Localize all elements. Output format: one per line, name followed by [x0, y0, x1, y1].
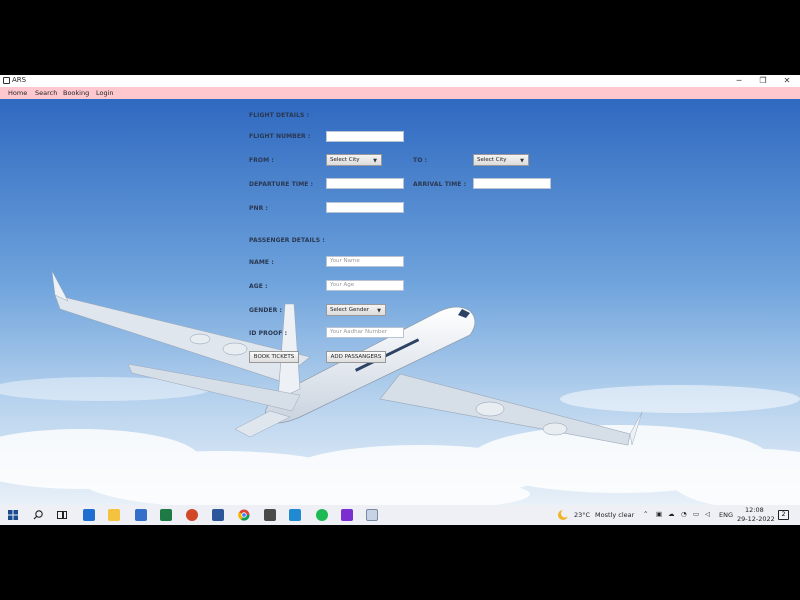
add-passengers-button[interactable]: ADD PASSANGERS [326, 351, 386, 363]
notification-count: 2 [781, 511, 786, 518]
flight-number-label: FLIGHT NUMBER : [249, 133, 311, 140]
java-app-icon[interactable] [366, 509, 378, 521]
weather-moon-icon[interactable] [557, 509, 569, 521]
mail-icon[interactable] [83, 509, 95, 521]
teams-icon[interactable] [135, 509, 147, 521]
flight-details-heading: FLIGHT DETAILS : [249, 112, 310, 119]
departure-time-input[interactable] [326, 178, 404, 189]
chevron-down-icon: ▼ [520, 158, 524, 164]
wifi-icon[interactable]: ◔ [681, 510, 687, 518]
age-input[interactable]: Your Age [326, 280, 404, 291]
to-city-value: Select City [477, 157, 507, 163]
clock-time[interactable]: 12:08 [745, 506, 764, 514]
cloud-icon[interactable]: ☁ [668, 510, 675, 518]
close-button[interactable]: ✕ [776, 75, 798, 87]
airplane-background-image [0, 99, 800, 505]
search-icon[interactable] [32, 509, 44, 521]
arrival-time-label: ARRIVAL TIME : [413, 181, 467, 188]
from-city-select[interactable]: Select City ▼ [326, 154, 382, 166]
menu-item-home[interactable]: Home [8, 89, 27, 97]
pnr-input[interactable] [326, 202, 404, 213]
departure-time-label: DEPARTURE TIME : [249, 181, 314, 188]
age-label: AGE : [249, 283, 268, 290]
notification-button[interactable]: 2 [778, 510, 789, 520]
word-icon[interactable] [212, 509, 224, 521]
from-city-value: Select City [330, 157, 360, 163]
vscode-icon[interactable] [289, 509, 301, 521]
weather-description[interactable]: Mostly clear [595, 511, 634, 519]
battery-icon[interactable]: ▭ [693, 510, 699, 518]
to-label: TO : [413, 157, 428, 164]
gender-value: Select Gender [330, 307, 369, 313]
language-indicator[interactable]: ENG [719, 511, 733, 519]
speaker-icon[interactable]: ◁ [705, 510, 710, 518]
flight-number-input[interactable] [326, 131, 404, 142]
name-label: NAME : [249, 259, 274, 266]
sublime-icon[interactable] [264, 509, 276, 521]
windows-start-icon[interactable] [7, 509, 19, 521]
menu-item-search[interactable]: Search [35, 89, 57, 97]
arrival-time-input[interactable] [473, 178, 551, 189]
spotify-icon[interactable] [316, 509, 328, 521]
intellij-icon[interactable] [341, 509, 353, 521]
menu-bar: Home Search Booking Login [0, 87, 800, 99]
to-city-select[interactable]: Select City ▼ [473, 154, 529, 166]
clock-date[interactable]: 29-12-2022 [737, 515, 775, 523]
pnr-label: PNR : [249, 205, 269, 212]
app-icon [3, 77, 10, 84]
chevron-up-icon[interactable]: ⌃ [643, 510, 648, 518]
gender-label: GENDER : [249, 307, 283, 314]
chevron-down-icon: ▼ [373, 158, 377, 164]
maximize-button[interactable]: ❐ [752, 75, 774, 87]
id-proof-label: ID PROOF : [249, 330, 288, 337]
book-tickets-button[interactable]: BOOK TICKETS [249, 351, 299, 363]
title-bar: ARS ─ ❐ ✕ [0, 75, 800, 87]
excel-icon[interactable] [160, 509, 172, 521]
id-proof-input[interactable]: Your Aadhar Number [326, 327, 404, 338]
screen: ARS ─ ❐ ✕ Home Search Booking Login FLIG… [0, 0, 800, 600]
name-input[interactable]: Your Name [326, 256, 404, 267]
gender-select[interactable]: Select Gender ▼ [326, 304, 386, 316]
passenger-details-heading: PASSENGER DETAILS : [249, 237, 325, 244]
weather-temperature[interactable]: 23°C [574, 511, 590, 519]
camera-icon[interactable]: ▣ [656, 510, 662, 518]
taskbar: 23°C Mostly clear ⌃ ▣ ☁ ◔ ▭ ◁ ENG 12:08 … [0, 505, 800, 525]
task-view-icon[interactable] [56, 509, 68, 521]
from-label: FROM : [249, 157, 274, 164]
powerpoint-icon[interactable] [186, 509, 198, 521]
menu-item-booking[interactable]: Booking [63, 89, 89, 97]
chevron-down-icon: ▼ [377, 308, 381, 314]
app-window: ARS ─ ❐ ✕ Home Search Booking Login FLIG… [0, 75, 800, 505]
minimize-button[interactable]: ─ [728, 75, 750, 87]
chrome-icon[interactable] [238, 509, 250, 521]
file-explorer-icon[interactable] [108, 509, 120, 521]
window-title: ARS [12, 76, 27, 84]
menu-item-login[interactable]: Login [96, 89, 114, 97]
